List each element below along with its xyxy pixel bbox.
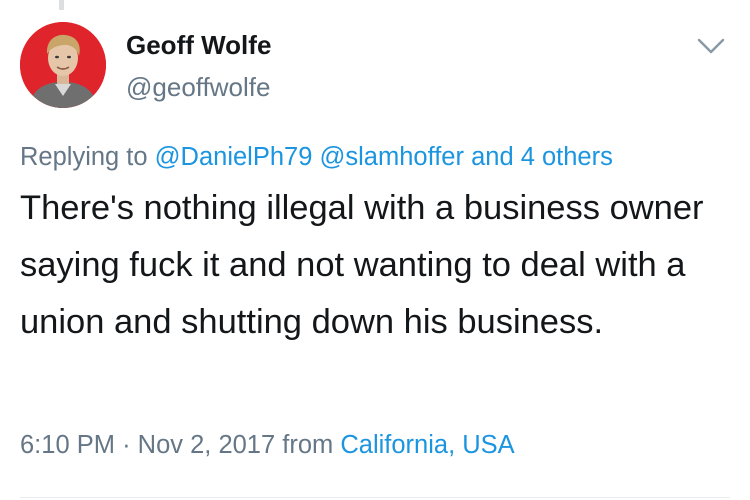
location-link[interactable]: California, USA bbox=[340, 431, 514, 459]
avatar[interactable] bbox=[20, 22, 106, 108]
tweet-menu-button[interactable] bbox=[694, 34, 728, 58]
divider bbox=[20, 497, 730, 498]
tweet-date[interactable]: Nov 2, 2017 bbox=[138, 431, 276, 459]
author-handle[interactable]: @geoffwolfe bbox=[126, 72, 270, 103]
others-link[interactable]: and 4 others bbox=[471, 143, 613, 171]
meta-separator: · bbox=[122, 431, 131, 459]
chevron-down-icon bbox=[697, 38, 725, 54]
avatar-portrait-icon bbox=[20, 22, 106, 108]
from-label: from bbox=[282, 431, 334, 459]
tweet-text: There's nothing illegal with a business … bbox=[20, 189, 704, 341]
replying-to-line: Replying to @DanielPh79 @slamhoffer and … bbox=[20, 143, 613, 172]
author-name[interactable]: Geoff Wolfe bbox=[126, 30, 271, 61]
mention-link[interactable]: @slamhoffer bbox=[320, 143, 464, 171]
thread-connector-line bbox=[59, 0, 64, 10]
tweet-meta: 6:10 PM · Nov 2, 2017 from California, U… bbox=[20, 431, 515, 460]
replying-to-label: Replying to bbox=[20, 143, 148, 171]
tweet-time[interactable]: 6:10 PM bbox=[20, 431, 115, 459]
mention-link[interactable]: @DanielPh79 bbox=[155, 143, 313, 171]
